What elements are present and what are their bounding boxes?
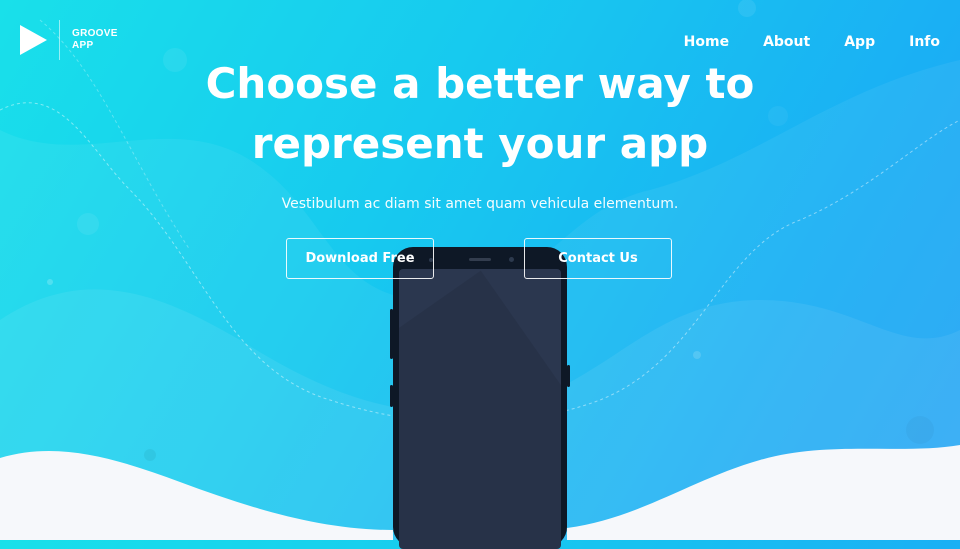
logo-line-2: APP [72, 40, 94, 51]
hero-subtitle: Vestibulum ac diam sit amet quam vehicul… [281, 196, 679, 212]
download-free-button[interactable]: Download Free [286, 238, 434, 279]
phone-side-button [390, 309, 393, 359]
phone-mockup [390, 247, 570, 549]
phone-camera [509, 257, 514, 262]
nav-item-app[interactable]: App [844, 34, 875, 50]
hero-title: Choose a better way to represent your ap… [0, 54, 960, 174]
nav-item-about[interactable]: About [763, 34, 810, 50]
logo-text: GROOVE APP [72, 28, 118, 52]
phone-side-button [390, 385, 393, 407]
contact-us-button[interactable]: Contact Us [524, 238, 672, 279]
main-nav: Home About App Info [650, 34, 940, 50]
phone-speaker [469, 258, 491, 261]
nav-item-info[interactable]: Info [909, 34, 940, 50]
phone-power-button [567, 365, 570, 387]
phone-screen [399, 269, 561, 549]
hero-title-line-2: represent your app [251, 119, 709, 168]
nav-item-home[interactable]: Home [684, 34, 729, 50]
play-icon [20, 25, 47, 55]
hero-title-line-1: Choose a better way to [205, 59, 755, 108]
logo-line-1: GROOVE [72, 28, 118, 39]
